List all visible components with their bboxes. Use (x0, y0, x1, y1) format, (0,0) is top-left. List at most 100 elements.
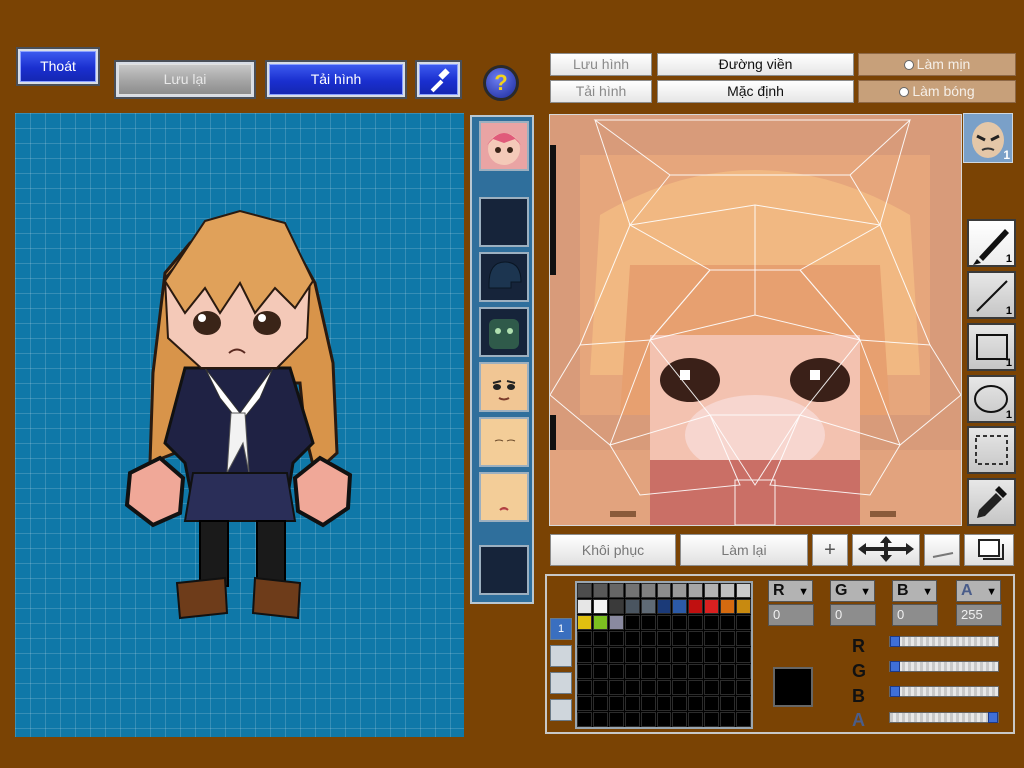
color-swatch[interactable] (577, 647, 592, 663)
exit-button[interactable]: Thoát (16, 47, 100, 86)
color-swatch[interactable] (736, 583, 751, 599)
color-swatch[interactable] (736, 663, 751, 679)
color-swatch[interactable] (656, 711, 672, 727)
green-value-field[interactable]: 0 (830, 604, 876, 626)
color-swatch[interactable] (736, 647, 751, 663)
move-button[interactable] (852, 534, 920, 566)
red-slider[interactable] (889, 636, 999, 647)
color-swatch[interactable] (592, 583, 608, 599)
blue-value-field[interactable]: 0 (892, 604, 938, 626)
blue-slider[interactable] (889, 686, 999, 697)
color-swatch[interactable] (592, 679, 608, 695)
color-swatch[interactable] (656, 679, 672, 695)
color-swatch[interactable] (672, 679, 688, 695)
brush-tool[interactable]: 1 (967, 219, 1016, 267)
color-swatch[interactable] (704, 663, 720, 679)
color-swatch[interactable] (688, 599, 704, 615)
color-swatch[interactable] (720, 615, 736, 631)
color-swatch[interactable] (672, 695, 688, 711)
color-swatch[interactable] (672, 583, 688, 599)
color-swatch[interactable] (640, 663, 656, 679)
color-swatch[interactable] (720, 647, 736, 663)
color-swatch[interactable] (577, 615, 592, 631)
color-swatch[interactable] (704, 711, 720, 727)
save-image-button[interactable]: Lưu hình (550, 53, 652, 76)
color-swatch[interactable] (608, 679, 624, 695)
color-swatch[interactable] (577, 583, 592, 599)
color-swatch[interactable] (688, 663, 704, 679)
help-button[interactable]: ? (483, 65, 519, 101)
part-slot-face-2[interactable] (479, 362, 529, 412)
color-swatch[interactable] (672, 647, 688, 663)
color-swatch[interactable] (704, 647, 720, 663)
color-swatch[interactable] (624, 599, 640, 615)
color-swatch[interactable] (624, 647, 640, 663)
palette-page-tab[interactable] (550, 672, 572, 694)
color-swatch[interactable] (640, 583, 656, 599)
color-swatch[interactable] (736, 615, 751, 631)
color-swatch[interactable] (736, 711, 751, 727)
color-swatch[interactable] (672, 711, 688, 727)
color-swatch[interactable] (688, 615, 704, 631)
color-swatch[interactable] (656, 631, 672, 647)
color-swatch[interactable] (704, 583, 720, 599)
add-button[interactable]: + (812, 534, 848, 566)
rectangle-tool[interactable]: 1 (967, 323, 1016, 371)
color-swatch[interactable] (577, 695, 592, 711)
color-swatch[interactable] (736, 679, 751, 695)
color-swatch[interactable] (592, 711, 608, 727)
red-value-field[interactable]: 0 (768, 604, 814, 626)
green-channel-tab[interactable]: G ▼ (830, 580, 875, 602)
color-swatch[interactable] (577, 631, 592, 647)
color-swatch[interactable] (656, 647, 672, 663)
color-swatch[interactable] (608, 647, 624, 663)
slider-knob[interactable] (890, 636, 900, 647)
color-swatch[interactable] (608, 583, 624, 599)
color-swatch[interactable] (608, 663, 624, 679)
default-button[interactable]: Mặc định (657, 80, 854, 103)
color-swatch[interactable] (688, 631, 704, 647)
color-swatch[interactable] (736, 631, 751, 647)
color-swatch[interactable] (656, 583, 672, 599)
color-swatch[interactable] (624, 615, 640, 631)
color-swatch[interactable] (640, 631, 656, 647)
color-swatch[interactable] (688, 647, 704, 663)
color-swatch[interactable] (592, 695, 608, 711)
color-swatch[interactable] (720, 679, 736, 695)
shine-option[interactable]: Làm bóng (858, 80, 1016, 103)
eyedropper-tool[interactable] (967, 478, 1016, 526)
color-swatch[interactable] (736, 695, 751, 711)
slider-knob[interactable] (890, 686, 900, 697)
color-swatch[interactable] (592, 663, 608, 679)
texture-editor-canvas[interactable] (549, 114, 962, 526)
color-swatch[interactable] (704, 695, 720, 711)
alpha-slider[interactable] (889, 712, 999, 723)
part-slot-helmet[interactable] (479, 252, 529, 302)
hammer-button[interactable] (415, 60, 462, 99)
palette-page-tab[interactable] (550, 645, 572, 667)
load-image-button[interactable]: Tải hình (265, 60, 407, 99)
color-swatch[interactable] (672, 615, 688, 631)
layer-button[interactable] (964, 534, 1014, 566)
color-swatch[interactable] (688, 679, 704, 695)
color-swatch[interactable] (592, 631, 608, 647)
part-slot-empty[interactable] (479, 197, 529, 247)
color-swatch[interactable] (704, 679, 720, 695)
part-slot-mask[interactable] (479, 307, 529, 357)
face-thumbnail[interactable]: 1 (963, 113, 1013, 163)
color-swatch[interactable] (720, 695, 736, 711)
alpha-value-field[interactable]: 255 (956, 604, 1002, 626)
color-swatch[interactable] (704, 599, 720, 615)
palette-page-tab[interactable]: 1 (550, 618, 572, 640)
color-swatch[interactable] (624, 663, 640, 679)
color-swatch[interactable] (688, 583, 704, 599)
part-slot-face[interactable] (479, 121, 529, 171)
color-swatch[interactable] (656, 599, 672, 615)
red-channel-tab[interactable]: R ▼ (768, 580, 813, 602)
color-swatch[interactable] (704, 615, 720, 631)
part-slot-face-3[interactable] (479, 417, 529, 467)
color-swatch[interactable] (672, 663, 688, 679)
color-swatch[interactable] (720, 663, 736, 679)
color-swatch[interactable] (720, 583, 736, 599)
slider-knob[interactable] (890, 661, 900, 672)
